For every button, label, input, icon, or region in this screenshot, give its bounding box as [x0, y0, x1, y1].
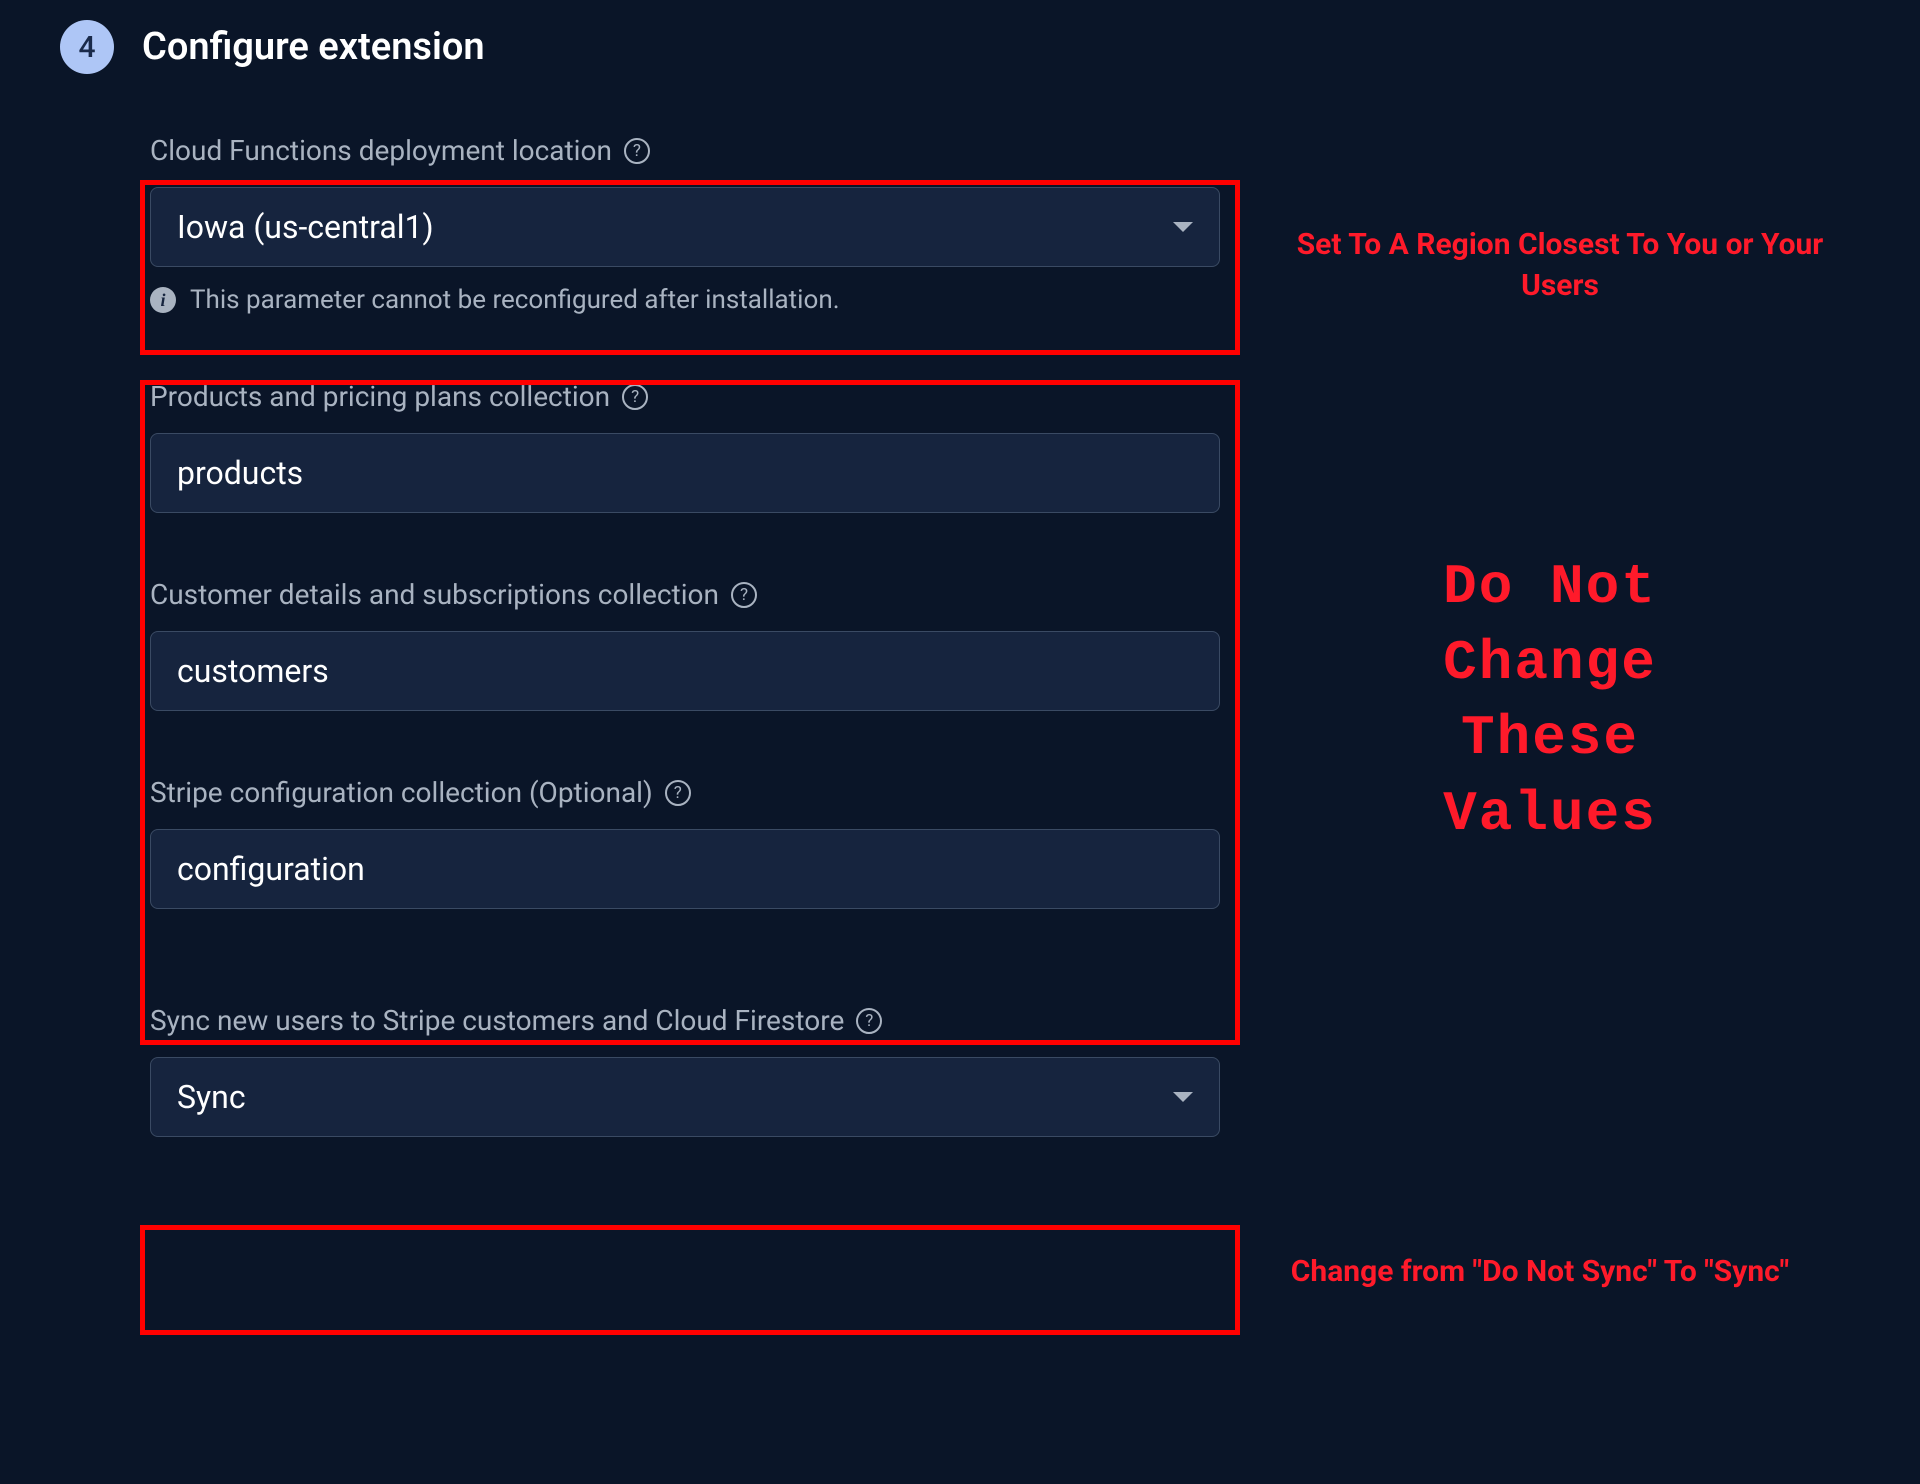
products-input[interactable] — [150, 433, 1220, 513]
customers-label: Customer details and subscriptions colle… — [150, 578, 757, 611]
help-icon[interactable]: ? — [665, 780, 691, 806]
help-icon[interactable]: ? — [622, 384, 648, 410]
products-label: Products and pricing plans collection ? — [150, 380, 648, 413]
sync-label: Sync new users to Stripe customers and C… — [150, 1004, 882, 1037]
annotation-box-sync — [140, 1225, 1240, 1335]
sync-select[interactable]: Sync — [150, 1057, 1220, 1137]
annotation-sync: Change from "Do Not Sync" To "Sync" — [1260, 1252, 1820, 1293]
stripe-config-input[interactable] — [150, 829, 1220, 909]
help-icon[interactable]: ? — [731, 582, 757, 608]
stripe-config-label: Stripe configuration collection (Optiona… — [150, 776, 691, 809]
location-info-row: i This parameter cannot be reconfigured … — [150, 285, 1220, 315]
help-icon[interactable]: ? — [624, 138, 650, 164]
step-header: 4 Configure extension — [60, 20, 1860, 74]
chevron-down-icon — [1173, 222, 1193, 232]
step-number-badge: 4 — [60, 20, 114, 74]
location-label: Cloud Functions deployment location ? — [150, 134, 650, 167]
annotation-region: Set To A Region Closest To You or Your U… — [1280, 225, 1840, 306]
sync-value: Sync — [177, 1078, 246, 1116]
customers-input[interactable] — [150, 631, 1220, 711]
info-icon: i — [150, 287, 176, 313]
help-icon[interactable]: ? — [856, 1008, 882, 1034]
location-info-text: This parameter cannot be reconfigured af… — [190, 285, 840, 315]
page-title: Configure extension — [142, 25, 485, 69]
location-value: Iowa (us-central1) — [177, 208, 434, 246]
chevron-down-icon — [1173, 1092, 1193, 1102]
annotation-nochange: Do Not Change These Values — [1280, 550, 1820, 852]
location-select[interactable]: Iowa (us-central1) — [150, 187, 1220, 267]
